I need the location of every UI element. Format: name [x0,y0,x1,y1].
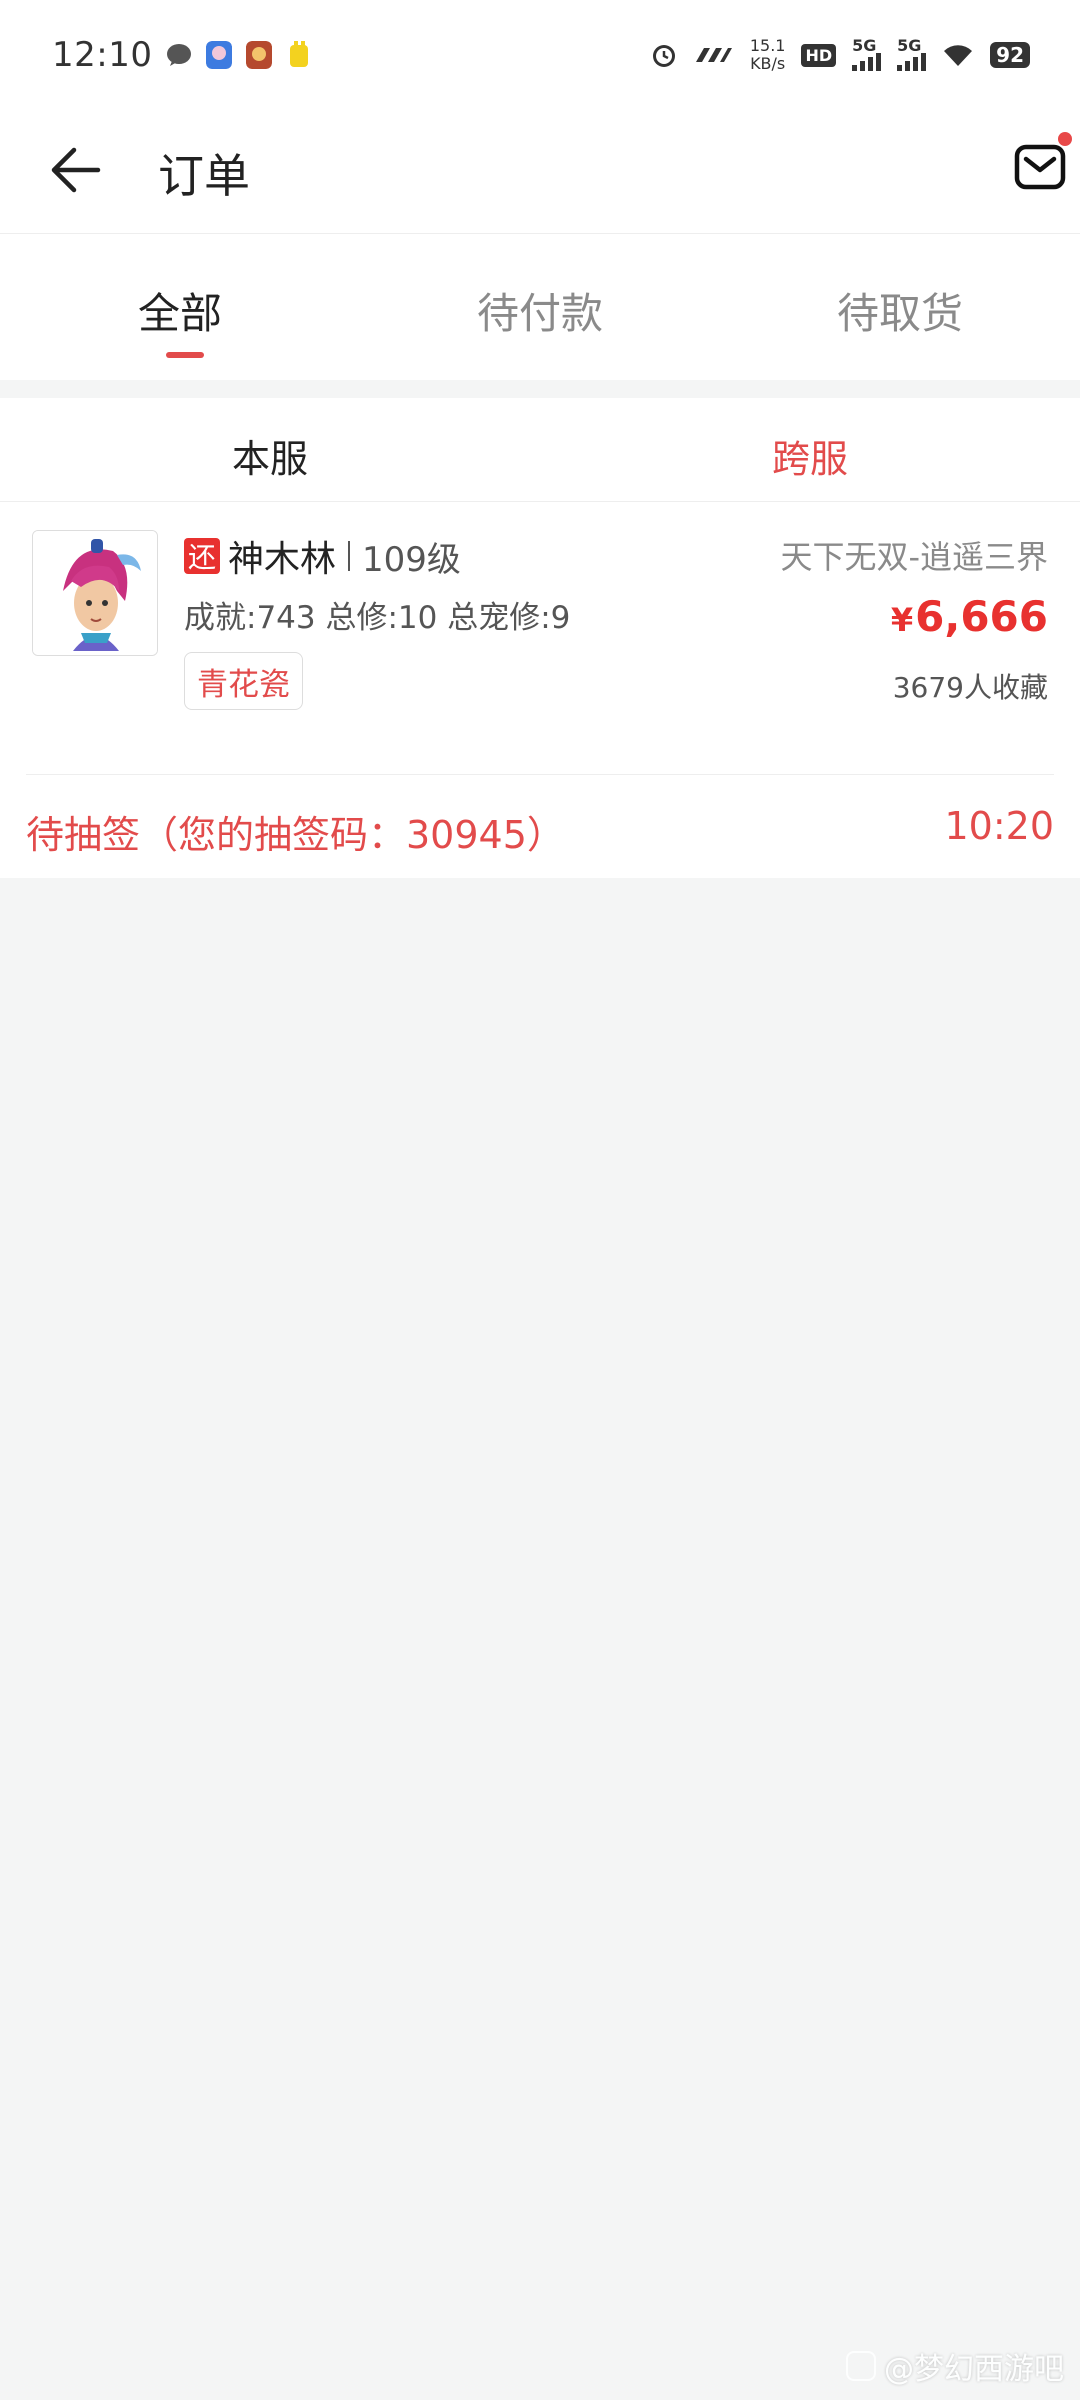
signal-icon: 5G [852,36,882,71]
character-name: 神木林 [228,539,337,580]
message-icon [167,44,192,66]
game-app-icon [206,41,233,69]
watermark-text: @梦幻西游吧 [884,2352,1064,2387]
subtab-label: 本服 [231,437,308,481]
orders-screen: 12:10 15.1 KB/s HD 5G 5G 92 订单 全部 待付款 待取… [0,0,1080,2400]
order-card[interactable]: 还 神木林 109级 成就:743 总修:10 总宠修:9 青花瓷 天下无双-逍… [0,502,1080,878]
price: ¥6,666 [891,592,1048,641]
subtab-local-server[interactable]: 本服 [0,398,540,501]
signal-label: 5G [852,36,877,55]
alarm-icon [652,45,675,67]
countdown-timer: 10:20 [944,804,1054,848]
name-divider [348,541,351,571]
status-time: 12:10 [52,35,153,75]
item-tag: 青花瓷 [184,652,303,710]
page-title: 订单 [158,149,250,203]
status-right: 15.1 KB/s HD 5G 5G 92 [650,37,1030,73]
status-left: 12:10 [52,35,312,75]
signal-label: 5G [897,36,922,55]
character-name-row: 还 神木林 109级 [184,530,461,582]
tab-all[interactable]: 全部 [0,234,360,380]
mail-button[interactable] [1012,132,1072,192]
notification-dot [1058,132,1072,146]
tab-label: 全部 [137,289,222,338]
nfc-icon [695,48,732,62]
character-stats: 成就:743 总修:10 总宠修:9 [184,600,571,636]
character-avatar [32,530,158,656]
battery-icon: 92 [990,42,1030,68]
favorites-count: 3679人收藏 [892,671,1048,704]
net-speed-unit: KB/s [750,54,786,73]
net-speed-value: 15.1 [749,36,786,55]
character-portrait-icon [33,531,157,655]
price-value: 6,666 [915,592,1048,641]
lottery-status: 待抽签（您的抽签码：30945） [26,813,565,857]
tab-pending-payment[interactable]: 待付款 [360,234,720,380]
order-tabs: 全部 待付款 待取货 [0,234,1080,380]
price-symbol: ¥ [890,601,914,639]
net-speed: 15.1 KB/s [750,37,786,73]
back-arrow-icon[interactable] [44,138,104,202]
wifi-icon [944,45,973,66]
tab-label: 待付款 [476,289,603,338]
app-header: 订单 [0,110,1080,234]
signal-icon: 5G [897,36,927,71]
tab-pending-pickup[interactable]: 待取货 [720,234,1080,380]
app-icon [290,41,309,67]
return-badge: 还 [184,538,220,574]
server-subtabs: 本服 跨服 [0,398,1080,502]
subtab-cross-server[interactable]: 跨服 [540,398,1080,501]
hd-icon: HD [801,43,837,67]
mail-icon [1014,144,1066,190]
tab-active-indicator [166,352,204,358]
subtab-label: 跨服 [771,437,848,481]
status-bar: 12:10 15.1 KB/s HD 5G 5G 92 [0,0,1080,110]
watermark: @梦幻西游吧 [846,2344,1064,2388]
tab-label: 待取货 [836,289,963,338]
watermark-logo-icon [846,2351,876,2381]
card-divider [26,774,1054,775]
character-level: 109级 [362,539,461,580]
game-app-icon [246,41,273,69]
server-name: 天下无双-逍遥三界 [780,538,1048,576]
